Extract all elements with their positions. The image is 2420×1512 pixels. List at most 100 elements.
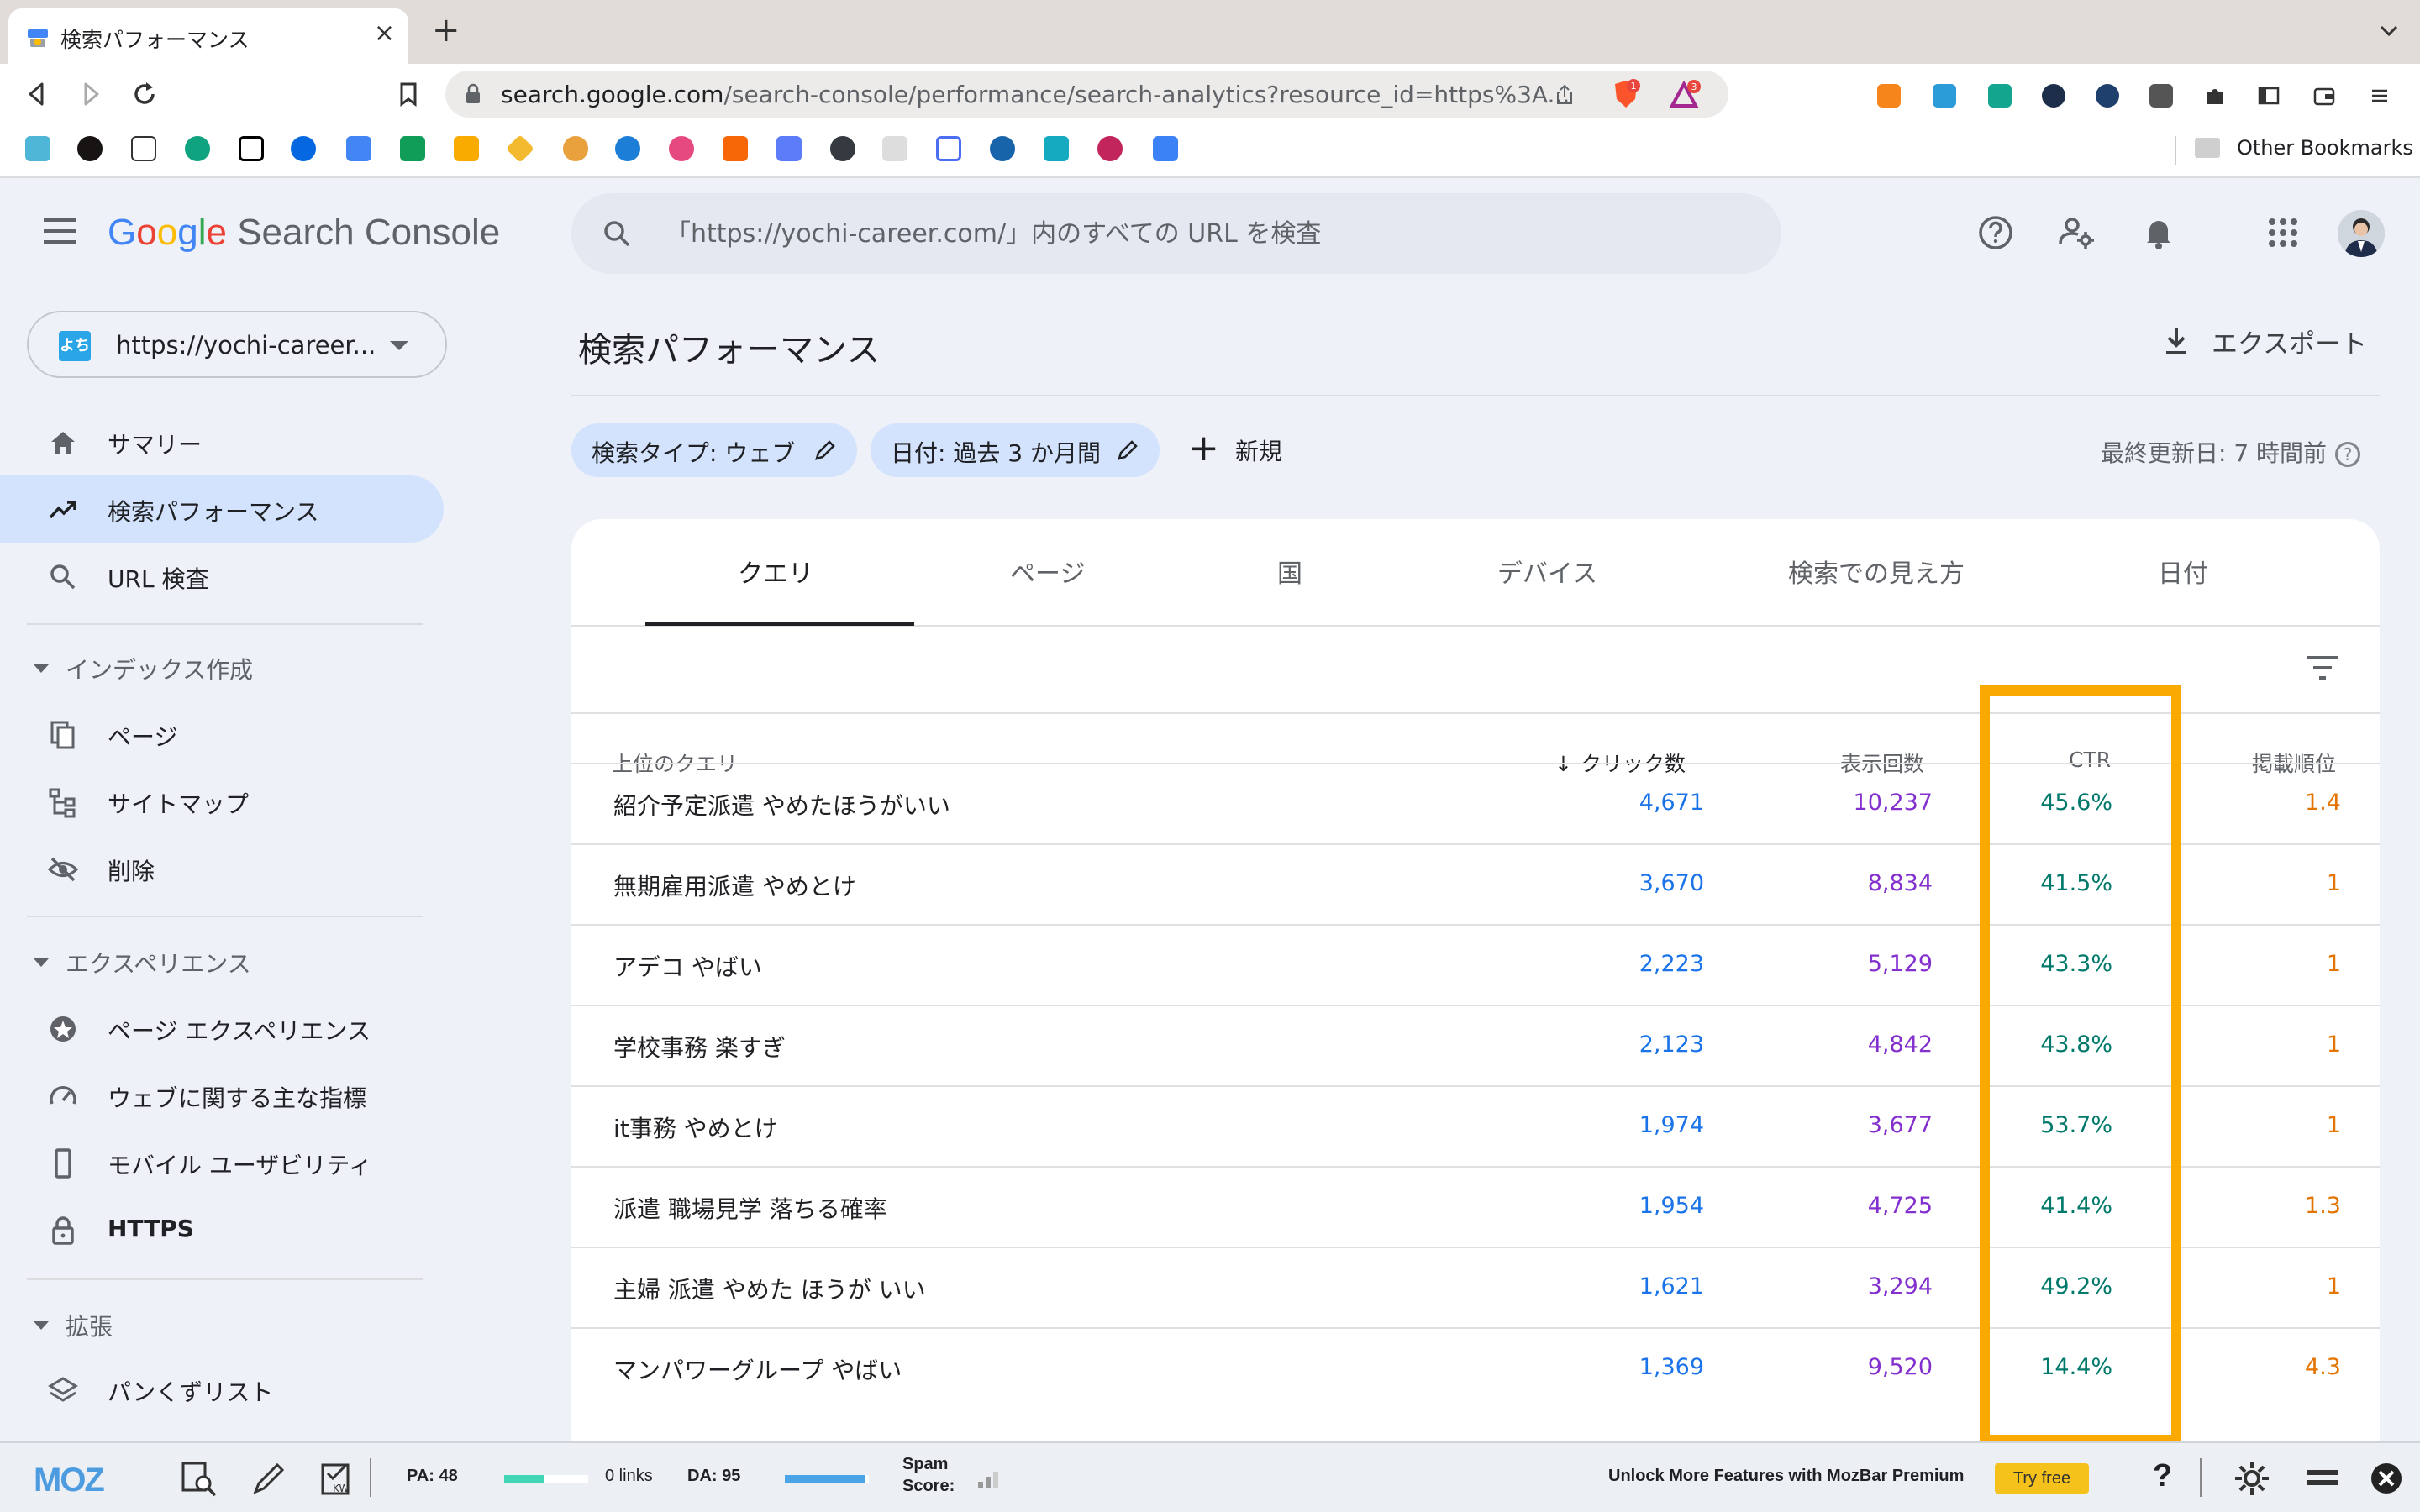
menu-icon[interactable] xyxy=(2368,84,2391,108)
bookmark-ring-icon[interactable] xyxy=(1097,136,1123,161)
bookmark-dark-icon[interactable] xyxy=(830,136,855,161)
try-free-button[interactable]: Try free xyxy=(1995,1463,2089,1494)
bookmark-notion-icon[interactable] xyxy=(239,136,264,161)
bookmark-mastodon-icon[interactable] xyxy=(1153,136,1178,161)
share-icon[interactable] xyxy=(1553,82,1576,106)
section-enhancements[interactable]: 拡張 xyxy=(34,1309,113,1342)
user-settings-icon[interactable] xyxy=(2057,213,2096,252)
tab-dates[interactable]: 日付 xyxy=(2158,553,2208,590)
extensions-puzzle-icon[interactable] xyxy=(2203,84,2227,108)
m-extension-icon[interactable] xyxy=(1933,84,1956,108)
close-tab-icon[interactable]: × xyxy=(374,18,395,48)
table-row[interactable]: マンパワーグループ やばい 1,369 9,520 14.4% 4.3 xyxy=(571,1327,2380,1408)
address-bar[interactable]: search.google.com/search-console/perform… xyxy=(445,71,1728,118)
bookmark-a-icon[interactable] xyxy=(776,136,802,161)
bookmark-1-icon[interactable] xyxy=(25,136,50,161)
page-analysis-icon[interactable] xyxy=(178,1458,218,1499)
bookmark-drop-icon[interactable] xyxy=(615,136,640,161)
bookmark-docs-icon[interactable] xyxy=(346,136,371,161)
new-tab-button[interactable]: + xyxy=(432,13,460,47)
search-console-logo[interactable]: Google Search Console xyxy=(108,212,500,254)
mozbar-help-icon[interactable]: ? xyxy=(2153,1458,2172,1494)
tab-search-appearance[interactable]: 検索での見え方 xyxy=(1788,553,1965,590)
sidebar-item-core-web-vitals[interactable]: ウェブに関する主な指標 xyxy=(0,1062,444,1129)
sidebar-item-page-experience[interactable]: ページ エクスペリエンス xyxy=(0,995,444,1062)
hamburger-menu-icon[interactable] xyxy=(44,218,76,244)
url-inspection-search[interactable] xyxy=(571,193,1781,274)
back-icon[interactable] xyxy=(22,79,52,109)
table-row[interactable]: 無期雇用派遣 やめとけ 3,670 8,834 41.5% 1 xyxy=(571,843,2380,924)
avatar[interactable] xyxy=(2338,210,2385,257)
sidebar-item-summary[interactable]: サマリー xyxy=(0,408,444,475)
bookmark-binance-icon[interactable] xyxy=(506,134,534,163)
table-row[interactable]: 学校事務 楽すぎ 2,123 4,842 43.8% 1 xyxy=(571,1005,2380,1085)
bookmark-icon[interactable] xyxy=(393,79,424,109)
bookmark-spotify-icon[interactable] xyxy=(77,136,103,161)
notifications-bell-icon[interactable] xyxy=(2139,213,2178,252)
keyword-check-icon[interactable]: KW xyxy=(318,1458,358,1499)
bookmark-b-icon[interactable] xyxy=(723,136,748,161)
tab-countries[interactable]: 国 xyxy=(1277,553,1302,590)
bookmark-pancake-icon[interactable] xyxy=(563,136,588,161)
bookmark-code-icon[interactable] xyxy=(936,136,961,161)
apps-grid-icon[interactable] xyxy=(2264,213,2302,252)
forward-icon[interactable] xyxy=(76,79,106,109)
tab-queries[interactable]: クエリ xyxy=(738,553,813,590)
sidebar-item-mobile-usability[interactable]: モバイル ユーザビリティ xyxy=(0,1129,444,1196)
info-help-icon[interactable]: ? xyxy=(2335,442,2361,467)
edit-pencil-icon[interactable] xyxy=(813,438,837,462)
filter-chip-date[interactable]: 日付: 過去 3 か月間 xyxy=(871,423,1160,477)
links-count[interactable]: 0 links xyxy=(605,1467,653,1486)
table-row[interactable]: 派遣 職場見学 落ちる確率 1,954 4,725 41.4% 1.3 xyxy=(571,1166,2380,1247)
bookmark-pink-icon[interactable] xyxy=(669,136,694,161)
table-row[interactable]: アデコ やばい 2,223 5,129 43.3% 1 xyxy=(571,924,2380,1005)
table-row[interactable]: 主婦 派遣 やめた ほうが いい 1,621 3,294 49.2% 1 xyxy=(571,1247,2380,1327)
search-input[interactable] xyxy=(666,215,1741,252)
sidebar-item-breadcrumbs[interactable]: パンくずリスト xyxy=(0,1356,444,1423)
sidebar-item-url-inspection[interactable]: URL 検査 xyxy=(0,543,444,610)
sidebar-toggle-icon[interactable] xyxy=(2257,84,2281,108)
gpt-extension-icon[interactable] xyxy=(2096,84,2119,108)
bookmark-arch-icon[interactable] xyxy=(1044,136,1069,161)
bookmark-stack-icon[interactable] xyxy=(454,136,479,161)
bookmark-kanji-icon[interactable] xyxy=(882,136,908,161)
table-row[interactable]: it事務 やめとけ 1,974 3,677 53.7% 1 xyxy=(571,1085,2380,1166)
tab-devices[interactable]: デバイス xyxy=(1497,553,1597,590)
collapse-bar-icon[interactable] xyxy=(2302,1458,2343,1499)
table-row[interactable]: 紹介予定派遣 やめたほうがいい 4,671 10,237 45.6% 1.4 xyxy=(571,763,2380,843)
last-updated: 最終更新日: 7 時間前? xyxy=(2101,435,2361,469)
tab-search-chevron-icon[interactable] xyxy=(2376,18,2402,44)
edit-pencil-icon[interactable] xyxy=(1116,438,1139,462)
sidebar-item-https[interactable]: HTTPS xyxy=(0,1196,444,1263)
section-experience[interactable]: エクスペリエンス xyxy=(34,946,251,979)
close-mozbar-icon[interactable] xyxy=(2366,1458,2407,1499)
metamask-extension-icon[interactable] xyxy=(1877,84,1901,108)
bookmark-sheets-icon[interactable] xyxy=(400,136,425,161)
sidebar-item-removals[interactable]: 削除 xyxy=(0,835,444,902)
bookmark-meta-icon[interactable] xyxy=(291,136,316,161)
browser-tab[interactable]: 検索パフォーマンス × xyxy=(8,8,408,64)
other-bookmarks[interactable]: Other Bookmarks xyxy=(2237,136,2413,160)
settings-gear-icon[interactable] xyxy=(2232,1458,2272,1499)
moz-logo[interactable]: MOZ xyxy=(34,1462,105,1499)
shield-extension-icon[interactable] xyxy=(1988,84,2012,108)
sidebar-item-sitemaps[interactable]: サイトマップ xyxy=(0,768,444,835)
highlight-pencil-icon[interactable] xyxy=(249,1458,289,1499)
hex-extension-icon[interactable] xyxy=(2042,84,2065,108)
brave-rewards-icon[interactable]: 3 xyxy=(1669,79,1702,109)
bookmark-chatgpt-icon[interactable] xyxy=(185,136,210,161)
bookmark-globe-icon[interactable] xyxy=(990,136,1015,161)
reload-icon[interactable] xyxy=(129,79,160,109)
bookmark-wave-icon[interactable] xyxy=(131,136,156,161)
brave-shields-icon[interactable]: 1 xyxy=(1612,79,1640,109)
wallet-icon[interactable] xyxy=(2312,84,2336,108)
grid-extension-icon[interactable] xyxy=(2149,84,2173,108)
property-selector[interactable]: よち https://yochi-career... xyxy=(27,311,447,378)
filter-list-icon[interactable] xyxy=(2306,654,2339,682)
sidebar-item-performance[interactable]: 検索パフォーマンス xyxy=(0,475,444,543)
tab-pages[interactable]: ページ xyxy=(1010,553,1085,590)
help-icon[interactable] xyxy=(1976,213,2015,252)
sidebar-item-pages[interactable]: ページ xyxy=(0,701,444,768)
filter-chip-search-type[interactable]: 検索タイプ: ウェブ xyxy=(571,423,857,477)
section-indexing[interactable]: インデックス作成 xyxy=(34,652,253,685)
